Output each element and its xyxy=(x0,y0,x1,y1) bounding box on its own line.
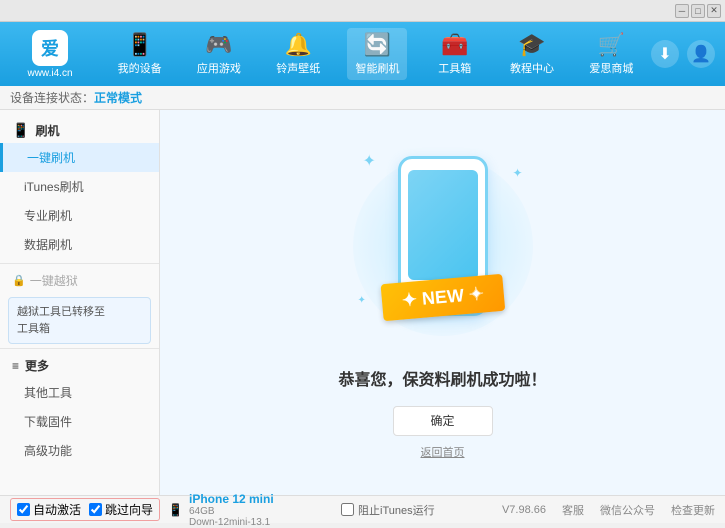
confirm-button[interactable]: 确定 xyxy=(393,406,493,436)
nav-mall[interactable]: 🛒 爱思商城 xyxy=(581,28,641,80)
skip-wizard-checkbox[interactable]: 跳过向导 xyxy=(89,501,153,518)
one-click-flash-label: 一键刷机 xyxy=(27,151,75,165)
flash-section-icon: 📱 xyxy=(12,122,29,139)
nav-toolbox[interactable]: 🧰 工具箱 xyxy=(427,28,483,80)
skip-wizard-label: 跳过向导 xyxy=(105,501,153,518)
auto-connect-label: 自动激活 xyxy=(33,501,81,518)
stop-itunes-label: 阻止iTunes运行 xyxy=(358,502,435,518)
version-text: V7.98.66 xyxy=(502,504,546,516)
footer-device: 📱 iPhone 12 mini 64GB Down-12mini-13.1 xyxy=(168,492,274,528)
apps-icon: 🎮 xyxy=(205,32,232,58)
nav-tutorial[interactable]: 🎓 教程中心 xyxy=(502,28,562,80)
nav-toolbox-label: 工具箱 xyxy=(438,60,471,76)
window-controls: ─ □ ✕ xyxy=(675,4,721,18)
sidebar-flash-section[interactable]: 📱 刷机 xyxy=(0,118,159,143)
pro-flash-label: 专业刷机 xyxy=(24,209,72,223)
device-firmware: Down-12mini-13.1 xyxy=(189,517,274,528)
content-area: ✦ ✦ ✦ NEW 恭喜您，保资料刷机成功啦！ 确定 返回首页 xyxy=(160,110,725,495)
status-bar: 设备连接状态： 正常模式 xyxy=(0,86,725,110)
logo-url: www.i4.cn xyxy=(27,68,72,79)
header: 爱 www.i4.cn 📱 我的设备 🎮 应用游戏 🔔 铃声壁纸 🔄 智能刷机 … xyxy=(0,22,725,86)
success-text: 恭喜您，保资料刷机成功啦！ xyxy=(338,366,546,390)
nav-smart-flash-label: 智能刷机 xyxy=(355,60,399,76)
my-device-icon: 📱 xyxy=(126,32,153,58)
tutorial-icon: 🎓 xyxy=(518,32,545,58)
device-storage: 64GB xyxy=(189,506,274,517)
stop-itunes[interactable]: 阻止iTunes运行 xyxy=(341,502,435,518)
nav-apps[interactable]: 🎮 应用游戏 xyxy=(189,28,249,80)
status-prefix: 设备连接状态： xyxy=(10,89,94,106)
auto-connect-checkbox[interactable]: 自动激活 xyxy=(17,501,81,518)
download-firmware-label: 下载固件 xyxy=(24,415,72,429)
nav-my-device[interactable]: 📱 我的设备 xyxy=(110,28,170,80)
sidebar-item-one-click-flash[interactable]: 一键刷机 xyxy=(0,143,159,172)
sidebar-flash-title: 刷机 xyxy=(35,122,59,139)
data-flash-label: 数据刷机 xyxy=(24,238,72,252)
close-button[interactable]: ✕ xyxy=(707,4,721,18)
back-link[interactable]: 返回首页 xyxy=(421,444,465,460)
phone-screen xyxy=(408,170,478,280)
sidebar-divider-1 xyxy=(0,263,159,264)
itunes-flash-label: iTunes刷机 xyxy=(24,180,84,194)
toolbox-icon: 🧰 xyxy=(441,32,468,58)
status-value: 正常模式 xyxy=(94,89,142,106)
sidebar-item-pro-flash[interactable]: 专业刷机 xyxy=(0,201,159,230)
logo[interactable]: 爱 www.i4.cn xyxy=(10,30,90,79)
footer: 自动激活 跳过向导 📱 iPhone 12 mini 64GB Down-12m… xyxy=(0,495,725,523)
skip-wizard-input[interactable] xyxy=(89,503,102,516)
sidebar-item-other-tools[interactable]: 其他工具 xyxy=(0,378,159,407)
sidebar-more-title-text: 更多 xyxy=(25,357,49,374)
download-button[interactable]: ⬇ xyxy=(651,40,679,68)
nav-bar: 📱 我的设备 🎮 应用游戏 🔔 铃声壁纸 🔄 智能刷机 🧰 工具箱 🎓 教程中心… xyxy=(100,28,651,80)
ringtone-icon: 🔔 xyxy=(285,32,312,58)
sidebar-divider-2 xyxy=(0,348,159,349)
jailbreak-info-text: 越狱工具已转移至工具箱 xyxy=(17,306,105,335)
nav-my-device-label: 我的设备 xyxy=(118,60,162,76)
wechat-link[interactable]: 微信公众号 xyxy=(600,502,655,518)
user-button[interactable]: 👤 xyxy=(687,40,715,68)
device-info: iPhone 12 mini 64GB Down-12mini-13.1 xyxy=(189,492,274,528)
nav-apps-label: 应用游戏 xyxy=(197,60,241,76)
sidebar-item-itunes-flash[interactable]: iTunes刷机 xyxy=(0,172,159,201)
smart-flash-icon: 🔄 xyxy=(364,32,391,58)
stop-itunes-checkbox[interactable] xyxy=(341,503,354,516)
minimize-button[interactable]: ─ xyxy=(675,4,689,18)
footer-right: V7.98.66 客服 微信公众号 检查更新 xyxy=(502,502,715,518)
title-bar: ─ □ ✕ xyxy=(0,0,725,22)
sidebar-more-section[interactable]: ≡ 更多 xyxy=(0,353,159,378)
sidebar-item-advanced[interactable]: 高级功能 xyxy=(0,436,159,465)
footer-left: 自动激活 跳过向导 📱 iPhone 12 mini 64GB Down-12m… xyxy=(10,492,274,528)
sidebar-jailbreak-locked: 🔒 一键越狱 xyxy=(0,268,159,293)
advanced-label: 高级功能 xyxy=(24,444,72,458)
logo-icon: 爱 xyxy=(32,30,68,66)
header-right: ⬇ 👤 xyxy=(651,40,715,68)
other-tools-label: 其他工具 xyxy=(24,386,72,400)
maximize-button[interactable]: □ xyxy=(691,4,705,18)
mall-icon: 🛒 xyxy=(598,32,625,58)
nav-tutorial-label: 教程中心 xyxy=(510,60,554,76)
jailbreak-label: 一键越狱 xyxy=(30,272,78,289)
more-section-icon: ≡ xyxy=(12,359,19,373)
success-illustration: ✦ ✦ ✦ NEW xyxy=(353,146,533,346)
nav-smart-flash[interactable]: 🔄 智能刷机 xyxy=(347,28,407,80)
sidebar-item-download-firmware[interactable]: 下载固件 xyxy=(0,407,159,436)
main-layout: 📱 刷机 一键刷机 iTunes刷机 专业刷机 数据刷机 🔒 一键越狱 越狱工具… xyxy=(0,110,725,495)
sidebar-item-data-flash[interactable]: 数据刷机 xyxy=(0,230,159,259)
device-icon: 📱 xyxy=(168,503,183,517)
nav-ringtone[interactable]: 🔔 铃声壁纸 xyxy=(268,28,328,80)
auto-connect-input[interactable] xyxy=(17,503,30,516)
sparkle-1: ✦ xyxy=(363,151,376,171)
sidebar: 📱 刷机 一键刷机 iTunes刷机 专业刷机 数据刷机 🔒 一键越狱 越狱工具… xyxy=(0,110,160,495)
nav-ringtone-label: 铃声壁纸 xyxy=(276,60,320,76)
sidebar-jailbreak-info: 越狱工具已转移至工具箱 xyxy=(8,297,151,344)
lock-icon: 🔒 xyxy=(12,274,26,287)
device-name: iPhone 12 mini xyxy=(189,492,274,506)
nav-mall-label: 爱思商城 xyxy=(589,60,633,76)
update-link[interactable]: 检查更新 xyxy=(671,502,715,518)
sparkle-2: ✦ xyxy=(512,166,522,180)
support-link[interactable]: 客服 xyxy=(562,502,584,518)
sparkle-3: ✦ xyxy=(358,295,366,306)
